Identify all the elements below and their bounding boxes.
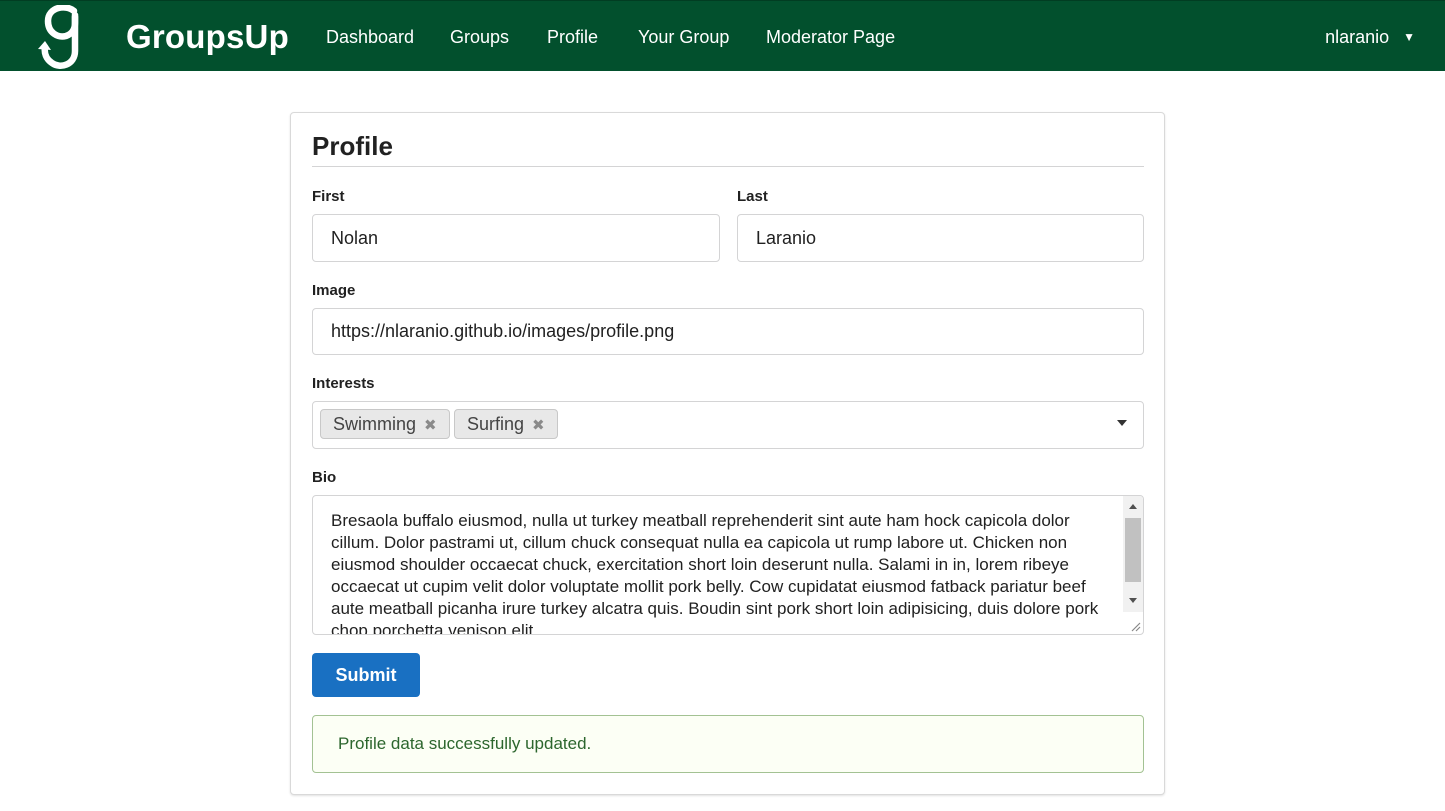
remove-tag-icon[interactable]: ✖ xyxy=(532,417,545,434)
user-menu-dropdown[interactable]: nlaranio ▼ xyxy=(1325,27,1415,48)
profile-form-card: Profile First Nolan Last Laranio Image h… xyxy=(290,112,1165,795)
bio-label: Bio xyxy=(312,469,337,486)
last-name-input[interactable]: Laranio xyxy=(737,214,1144,262)
submit-button[interactable]: Submit xyxy=(312,653,420,697)
interests-label: Interests xyxy=(312,375,375,392)
interest-tag-label: Surfing xyxy=(467,414,525,434)
nav-item-dashboard[interactable]: Dashboard xyxy=(326,27,414,48)
page-title: Profile xyxy=(312,131,1144,167)
bio-text: Bresaola buffalo eiusmod, nulla ut turke… xyxy=(331,511,1099,635)
first-name-label: First xyxy=(312,188,345,205)
nav-item-moderator-page[interactable]: Moderator Page xyxy=(766,27,895,48)
caret-down-icon: ▼ xyxy=(1403,30,1415,44)
interest-tag: Swimming ✖ xyxy=(320,409,450,439)
top-navbar: GroupsUp Dashboard Groups Profile Your G… xyxy=(0,0,1445,71)
interest-tag: Surfing ✖ xyxy=(454,409,558,439)
remove-tag-icon[interactable]: ✖ xyxy=(424,417,437,434)
interests-multiselect[interactable]: Swimming ✖ Surfing ✖ xyxy=(312,401,1144,449)
bio-textarea[interactable]: Bresaola buffalo eiusmod, nulla ut turke… xyxy=(312,495,1144,635)
last-name-label: Last xyxy=(737,188,768,205)
resize-grip-icon[interactable] xyxy=(1129,620,1141,632)
scrollbar-thumb[interactable] xyxy=(1125,518,1141,582)
nav-item-your-group[interactable]: Your Group xyxy=(638,27,729,48)
first-name-input[interactable]: Nolan xyxy=(312,214,720,262)
brand-name[interactable]: GroupsUp xyxy=(126,18,289,56)
user-name: nlaranio xyxy=(1325,27,1390,47)
image-url-input[interactable]: https://nlaranio.github.io/images/profil… xyxy=(312,308,1144,355)
interest-tag-label: Swimming xyxy=(333,414,417,434)
nav-item-profile[interactable]: Profile xyxy=(547,27,598,48)
scroll-down-arrow-icon[interactable] xyxy=(1129,598,1137,603)
success-message: Profile data successfully updated. xyxy=(312,715,1144,773)
nav-item-groups[interactable]: Groups xyxy=(450,27,509,48)
image-label: Image xyxy=(312,282,356,299)
bio-scrollbar[interactable] xyxy=(1123,496,1143,612)
dropdown-caret-icon[interactable] xyxy=(1117,420,1127,426)
scroll-up-arrow-icon[interactable] xyxy=(1129,504,1137,509)
groupsup-logo-icon[interactable] xyxy=(36,5,86,69)
